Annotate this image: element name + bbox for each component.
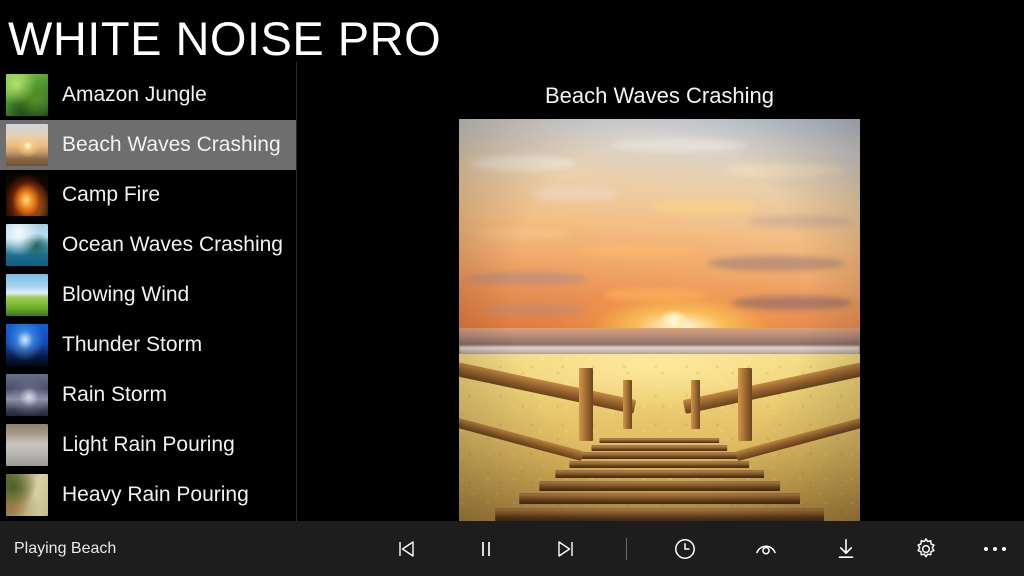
sidebar-item-amazon-jungle[interactable]: Amazon Jungle xyxy=(0,70,297,120)
sidebar-item-label: Light Rain Pouring xyxy=(62,433,235,456)
right-post xyxy=(738,368,752,441)
sidebar-item-label: Ocean Waves Crashing xyxy=(62,233,283,256)
sidebar-item-rain-storm[interactable]: Rain Storm xyxy=(0,370,297,420)
sidebar-item-blowing-wind[interactable]: Blowing Wind xyxy=(0,270,297,320)
left-post-inner xyxy=(623,380,633,429)
thunder-lightning-thumbnail xyxy=(6,324,48,366)
right-post-inner xyxy=(690,380,700,429)
sidebar-item-label: Amazon Jungle xyxy=(62,83,207,106)
stair-step xyxy=(539,481,780,491)
sidebar-item-label: Camp Fire xyxy=(62,183,161,206)
ellipsis-icon xyxy=(984,546,1006,551)
beach-sunset-stairs-photo xyxy=(459,119,860,521)
campfire-thumbnail xyxy=(6,174,48,216)
wooden-stairs xyxy=(459,336,860,521)
timer-button[interactable] xyxy=(662,521,708,576)
sidebar-item-label: Rain Storm xyxy=(62,383,168,406)
stair-step xyxy=(591,444,728,451)
sound-list[interactable]: Amazon Jungle Beach Waves Crashing Camp … xyxy=(0,70,297,521)
playback-toolbar: Playing Beach xyxy=(0,521,1024,576)
cloud xyxy=(707,255,844,271)
rain-storm-thumbnail xyxy=(6,374,48,416)
next-track-icon xyxy=(554,537,578,561)
next-button[interactable] xyxy=(543,521,589,576)
sidebar-item-ocean-waves-crashing[interactable]: Ocean Waves Crashing xyxy=(0,220,297,270)
toolbar-separator xyxy=(626,538,627,560)
previous-track-icon xyxy=(394,537,418,561)
stair-step xyxy=(555,470,764,479)
stair-step xyxy=(519,493,800,505)
heavy-rain-thumbnail xyxy=(6,474,48,516)
stair-step xyxy=(495,507,824,521)
now-playing-title: Beach Waves Crashing xyxy=(544,83,775,108)
beach-sunset-thumbnail xyxy=(6,124,48,166)
pause-icon xyxy=(474,537,498,561)
sidebar-item-camp-fire[interactable]: Camp Fire xyxy=(0,170,297,220)
page-title: WHITE NOISE PRO xyxy=(8,12,442,65)
eye-icon xyxy=(752,535,780,563)
jungle-thumbnail xyxy=(6,74,48,116)
pause-button[interactable] xyxy=(463,521,509,576)
cloud xyxy=(531,187,620,201)
stair-step xyxy=(569,460,750,469)
status-text: Playing Beach xyxy=(14,539,117,557)
stair-step xyxy=(599,437,720,444)
sidebar-item-label: Thunder Storm xyxy=(62,333,203,356)
wind-field-thumbnail xyxy=(6,274,48,316)
previous-button[interactable] xyxy=(383,521,429,576)
sidebar-item-label: Blowing Wind xyxy=(62,283,190,306)
settings-button[interactable] xyxy=(903,521,949,576)
light-rain-thumbnail xyxy=(6,424,48,466)
gear-icon xyxy=(913,536,939,562)
fade-button[interactable] xyxy=(743,521,789,576)
cloud xyxy=(467,271,588,285)
cloud xyxy=(651,199,756,214)
download-button[interactable] xyxy=(823,521,869,576)
more-button[interactable] xyxy=(972,521,1018,576)
download-icon xyxy=(833,536,859,562)
cloud xyxy=(475,227,572,240)
sidebar-item-light-rain-pouring[interactable]: Light Rain Pouring xyxy=(0,420,297,470)
sidebar-item-heavy-rain-pouring[interactable]: Heavy Rain Pouring xyxy=(0,470,297,520)
sidebar-item-label: Beach Waves Crashing xyxy=(62,133,281,156)
clock-icon xyxy=(672,536,698,562)
cloud xyxy=(611,139,748,152)
sidebar-divider xyxy=(296,62,297,521)
sidebar-item-beach-waves-crashing[interactable]: Beach Waves Crashing xyxy=(0,120,297,170)
sidebar-item-label: Heavy Rain Pouring xyxy=(62,483,249,506)
cloud xyxy=(731,295,852,310)
sidebar-item-thunder-storm[interactable]: Thunder Storm xyxy=(0,320,297,370)
stair-step xyxy=(581,452,738,460)
cloud xyxy=(579,243,700,258)
ocean-thumbnail xyxy=(6,224,48,266)
left-post xyxy=(579,368,593,441)
